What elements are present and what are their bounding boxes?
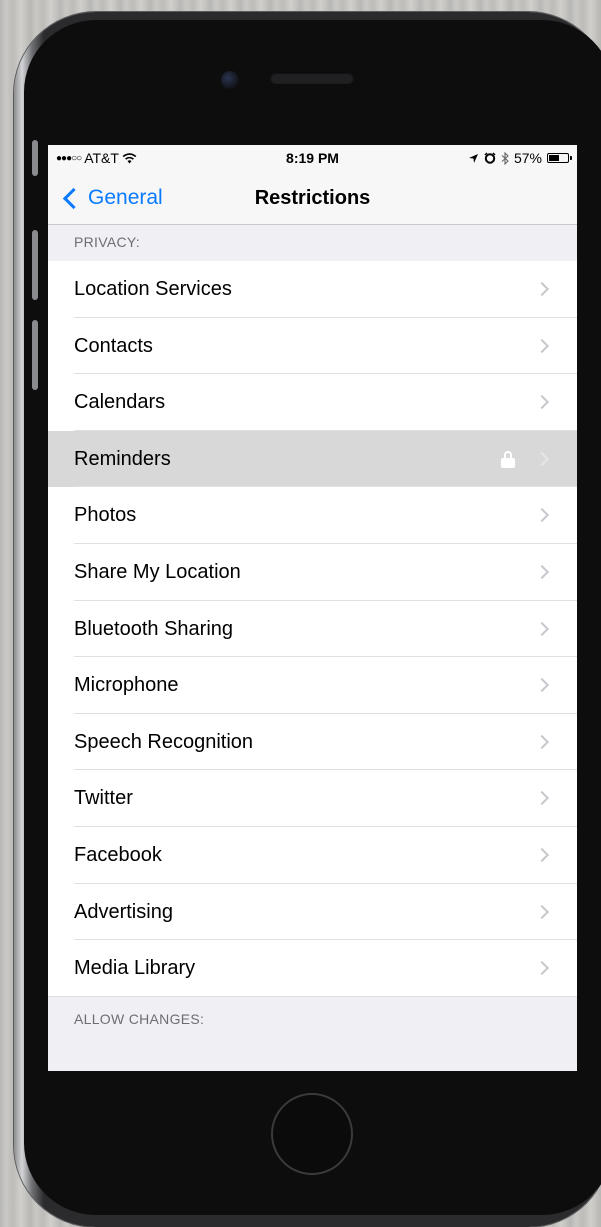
volume-up-button (32, 230, 38, 300)
row-divider (48, 995, 577, 997)
lock-icon (501, 450, 515, 468)
page-title: Restrictions (254, 187, 371, 209)
chevron-right-icon (534, 395, 550, 410)
list-item-reminders[interactable]: Reminders (48, 430, 577, 488)
battery-icon (547, 153, 572, 163)
location-arrow-icon (468, 153, 478, 163)
chevron-right-icon (534, 904, 550, 919)
list-item-label: Photos (74, 504, 137, 527)
screen: ●●●○○ AT&T 8:19 PM 57% General Restricti… (48, 145, 577, 1071)
chevron-right-icon (534, 281, 550, 297)
list-item-label: Bluetooth Sharing (74, 617, 234, 640)
chevron-right-icon (534, 678, 550, 693)
volume-down-button (32, 320, 38, 390)
list-item-calendars[interactable]: Calendars (48, 374, 577, 431)
list-item-advertising[interactable]: Advertising (48, 883, 577, 941)
chevron-right-icon (534, 961, 550, 976)
list-item-speech-recognition[interactable]: Speech Recognition (48, 713, 577, 771)
list-item-label: Share My Location (74, 560, 241, 583)
status-right: 57% (468, 150, 572, 166)
list-item-twitter[interactable]: Twitter (48, 770, 577, 827)
chevron-right-icon (534, 791, 550, 806)
allow-changes-section-header: ALLOW CHANGES: (74, 1011, 205, 1027)
chevron-right-icon (534, 338, 550, 353)
chevron-right-icon (534, 847, 550, 863)
chevron-right-icon (534, 734, 550, 749)
mute-switch (32, 140, 38, 176)
earpiece-speaker (270, 72, 354, 84)
battery-level-fill (549, 155, 559, 161)
list-item-label: Reminders (74, 447, 171, 470)
battery-percent: 57% (513, 150, 542, 166)
bluetooth-icon (501, 151, 509, 165)
status-bar: ●●●○○ AT&T 8:19 PM 57% (48, 145, 577, 173)
alarm-icon (484, 152, 496, 164)
list-item-label: Media Library (74, 957, 196, 980)
front-camera (221, 71, 239, 89)
chevron-right-icon (534, 564, 550, 580)
home-button[interactable] (271, 1093, 353, 1175)
chevron-right-icon (534, 621, 550, 636)
list-item-facebook[interactable]: Facebook (48, 826, 577, 884)
list-item-contacts[interactable]: Contacts (48, 317, 577, 375)
list-item-label: Calendars (74, 391, 166, 414)
list-item-label: Advertising (74, 900, 173, 923)
list-item-location-services[interactable]: Location Services (48, 261, 577, 318)
navigation-bar: General Restrictions (48, 173, 577, 225)
chevron-right-icon (534, 451, 550, 466)
list-item-share-my-location[interactable]: Share My Location (48, 543, 577, 601)
privacy-list: Location Services Contacts Calendars Remind… (48, 261, 577, 997)
list-item-label: Contacts (74, 334, 153, 357)
list-item-media-library[interactable]: Media Library (48, 940, 577, 997)
list-item-label: Location Services (74, 278, 232, 300)
list-item-label: Twitter (74, 787, 133, 810)
chevron-right-icon (534, 508, 550, 523)
list-item-label: Microphone (74, 674, 179, 697)
list-item-label: Speech Recognition (74, 730, 254, 753)
list-item-label: Facebook (74, 843, 162, 866)
privacy-section-header: PRIVACY: (74, 234, 140, 250)
list-item-photos[interactable]: Photos (48, 487, 577, 544)
list-item-microphone[interactable]: Microphone (48, 657, 577, 714)
list-item-bluetooth-sharing[interactable]: Bluetooth Sharing (48, 600, 577, 658)
